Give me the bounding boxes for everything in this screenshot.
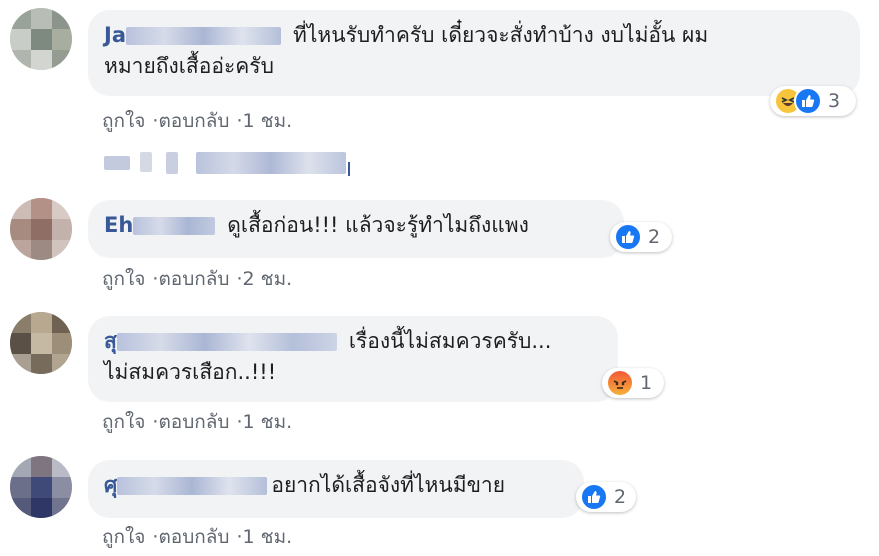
angry-icon (606, 369, 634, 397)
like-icon (794, 87, 822, 115)
reply-link[interactable]: ตอบกลับ (158, 411, 229, 433)
name-blur (125, 27, 281, 45)
timestamp[interactable]: 1 ชม. (243, 110, 293, 132)
reaction-summary[interactable]: 3 (770, 86, 856, 116)
reaction-count: 1 (640, 372, 653, 394)
name-blur (133, 217, 216, 235)
comment-actions: ถูกใจ ·ตอบกลับ ·1 ชม. (102, 407, 292, 437)
like-link[interactable]: ถูกใจ (102, 110, 145, 132)
reaction-summary[interactable]: 1 (602, 368, 664, 398)
comment-bubble: Ja ที่ไหนรับทำครับ เดี๋ยวจะสั่งทำบ้าง งบไ… (88, 10, 860, 96)
commenter-name[interactable]: Eh (104, 213, 133, 237)
timestamp[interactable]: 1 ชม. (243, 526, 293, 548)
comment-text: อยากได้เสื้อจังที่ไหนมีขาย (271, 473, 506, 497)
like-link[interactable]: ถูกใจ (102, 268, 145, 290)
reply-link[interactable]: ตอบกลับ (158, 268, 229, 290)
commenter-name[interactable]: Ja (104, 23, 126, 47)
reaction-count: 2 (648, 226, 661, 248)
comment-text: ดูเสื้อก่อน!!! แล้วจะรู้ทำไมถึงแพง (227, 213, 529, 237)
commenter-name[interactable]: ศุ (104, 473, 117, 497)
name-blur (116, 333, 337, 351)
comment-bubble: ศุ อยากได้เสื้อจังที่ไหนมีขาย (88, 460, 584, 518)
timestamp[interactable]: 1 ชม. (243, 411, 293, 433)
comment-bubble: สุ เรื่องนี้ไม่สมควรครับ... ไม่สมควรเสือก… (88, 316, 618, 402)
reaction-summary[interactable]: 2 (610, 222, 672, 252)
comment-text: ไม่สมควรเสือก..!!! (104, 360, 277, 384)
name-blur (117, 477, 268, 495)
comment-text: ที่ไหนรับทำครับ เดี๋ยวจะสั่งทำบ้าง งบไม่… (292, 23, 709, 47)
avatar[interactable] (10, 312, 72, 374)
reaction-count: 3 (828, 90, 841, 112)
like-link[interactable]: ถูกใจ (102, 411, 145, 433)
like-icon (614, 223, 642, 251)
reaction-summary[interactable]: 2 (576, 482, 636, 512)
comment-actions: ถูกใจ ·ตอบกลับ ·1 ชม. (102, 522, 292, 552)
like-link[interactable]: ถูกใจ (102, 526, 145, 548)
avatar[interactable] (10, 198, 72, 260)
comment-text: เรื่องนี้ไม่สมควรครับ... (348, 329, 552, 353)
comment-actions: ถูกใจ ·ตอบกลับ ·2 ชม. (102, 264, 292, 294)
comment-bubble: Eh ดูเสื้อก่อน!!! แล้วจะรู้ทำไมถึงแพง (88, 200, 624, 258)
like-icon (580, 483, 608, 511)
timestamp[interactable]: 2 ชม. (243, 268, 293, 290)
comment-text: หมายถึงเสื้ออ่ะครับ (104, 54, 274, 78)
commenter-name[interactable]: สุ (104, 329, 117, 353)
view-replies-link[interactable] (104, 150, 354, 180)
reaction-count: 2 (614, 486, 627, 508)
reply-link[interactable]: ตอบกลับ (158, 526, 229, 548)
comment-actions: ถูกใจ ·ตอบกลับ ·1 ชม. (102, 106, 292, 136)
reply-link[interactable]: ตอบกลับ (158, 110, 229, 132)
avatar[interactable] (10, 456, 72, 518)
avatar[interactable] (10, 8, 72, 70)
